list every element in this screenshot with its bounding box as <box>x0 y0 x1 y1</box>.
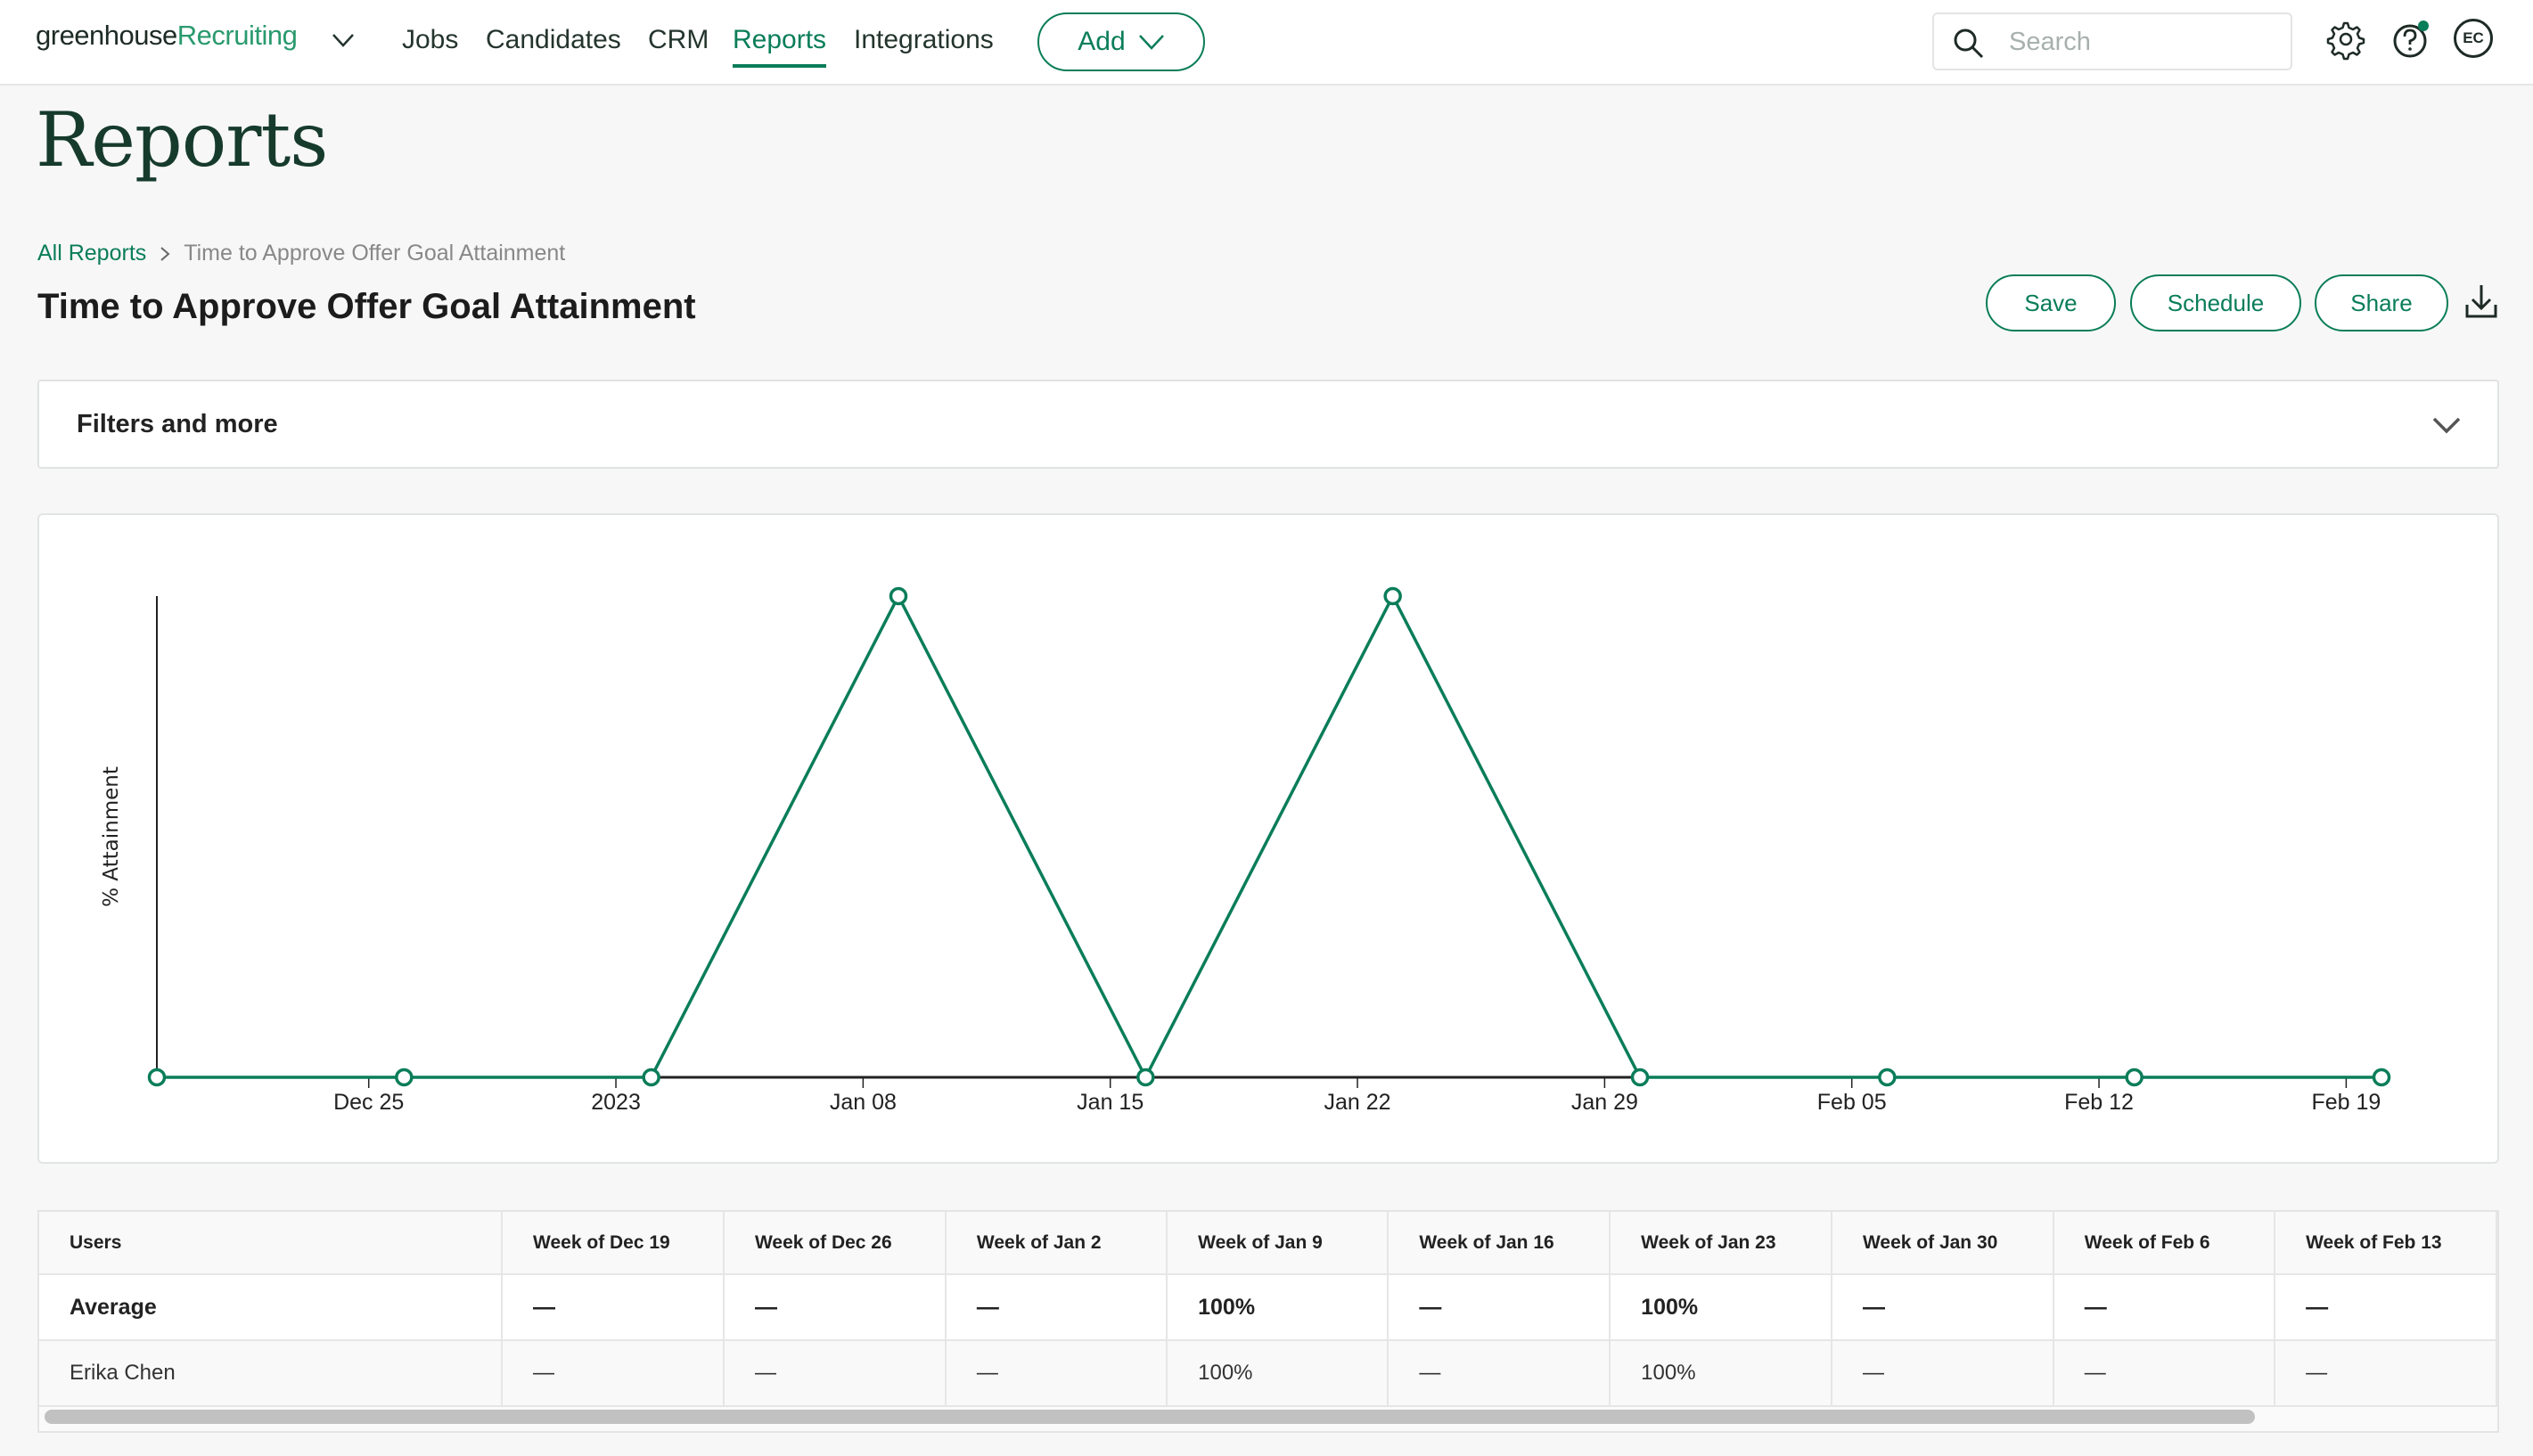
table-cell: — <box>1831 1340 2054 1407</box>
nav-item-candidates[interactable]: Candidates <box>486 25 621 55</box>
table-header-row: Users Week of Dec 19 Week of Dec 26 Week… <box>39 1212 2497 1275</box>
column-header[interactable]: Week of Dec 19 <box>502 1212 725 1275</box>
column-header[interactable]: Week of Jan 9 <box>1167 1212 1389 1275</box>
nav-item-integrations[interactable]: Integrations <box>854 25 994 55</box>
search-icon <box>1954 29 1984 59</box>
data-table-container: Users Week of Dec 19 Week of Dec 26 Week… <box>37 1210 2499 1433</box>
filters-panel-toggle[interactable]: Filters and more <box>37 380 2499 469</box>
greenhouse-logo[interactable]: greenhouseRecruiting <box>36 20 298 52</box>
x-tick-label: Jan 15 <box>1077 1090 1144 1115</box>
table-cell: — <box>945 1340 1168 1407</box>
table-row-average: Average — — — 100% — 100% — — — <box>39 1274 2497 1341</box>
table-cell: — <box>723 1274 947 1341</box>
table-cell: — <box>2275 1274 2497 1341</box>
user-avatar[interactable]: EC <box>2454 19 2493 58</box>
table-cell: — <box>723 1340 947 1407</box>
chevron-right-icon <box>160 246 170 261</box>
column-header[interactable]: Week of Jan 2 <box>945 1212 1168 1275</box>
logo-product: Recruiting <box>176 20 298 51</box>
x-tick-label: Feb 12 <box>2064 1090 2134 1115</box>
nav-item-jobs[interactable]: Jobs <box>402 25 458 55</box>
search-box <box>1932 12 2292 70</box>
add-button-label: Add <box>1078 27 1126 56</box>
table-cell: — <box>1388 1340 1611 1407</box>
column-header[interactable]: Users <box>39 1212 504 1275</box>
chevron-down-icon <box>1138 35 1164 50</box>
table-cell: — <box>502 1274 725 1341</box>
column-header[interactable]: Week of Feb 6 <box>2053 1212 2276 1275</box>
data-point[interactable] <box>147 1067 167 1087</box>
add-button[interactable]: Add <box>1037 12 1205 71</box>
line-chart: % Attainment Dec 25 2023 Jan 08 Jan 15 Jan 2… <box>100 586 2391 1115</box>
data-point[interactable] <box>1878 1067 1897 1087</box>
column-header[interactable]: Week of Jan 16 <box>1388 1212 1611 1275</box>
data-table: Users Week of Dec 19 Week of Dec 26 Week… <box>39 1212 2497 1407</box>
horizontal-scrollbar[interactable] <box>45 1410 2255 1424</box>
chart-card: % Attainment Dec 25 2023 Jan 08 Jan 15 Jan 2… <box>37 513 2499 1164</box>
x-tick-label: 2023 <box>591 1090 641 1115</box>
schedule-button[interactable]: Schedule <box>2130 274 2301 331</box>
table-cell: 100% <box>1610 1274 1832 1341</box>
x-tick-label: Jan 22 <box>1324 1090 1391 1115</box>
data-point[interactable] <box>1630 1067 1650 1087</box>
filters-label: Filters and more <box>77 410 278 438</box>
data-point[interactable] <box>1383 586 1402 606</box>
top-navigation: greenhouseRecruiting Jobs Candidates CRM… <box>0 0 2533 86</box>
y-axis-label: % Attainment <box>100 766 123 907</box>
share-button[interactable]: Share <box>2315 274 2448 331</box>
gear-icon[interactable] <box>2324 18 2367 61</box>
nav-item-reports[interactable]: Reports <box>733 25 827 68</box>
x-tick-label: Jan 08 <box>830 1090 897 1115</box>
breadcrumb: All Reports Time to Approve Offer Goal A… <box>37 241 565 266</box>
x-tick-label: Dec 25 <box>333 1090 404 1115</box>
column-header[interactable]: Week of Jan 23 <box>1610 1212 1832 1275</box>
column-header[interactable]: Week of Jan 30 <box>1831 1212 2054 1275</box>
x-tick-label: Jan 29 <box>1571 1090 1638 1115</box>
table-cell: Erika Chen <box>39 1340 504 1407</box>
data-point[interactable] <box>2125 1067 2144 1087</box>
table-cell: — <box>945 1274 1168 1341</box>
chevron-down-icon <box>2432 417 2461 434</box>
data-point[interactable] <box>889 586 908 606</box>
help-icon[interactable] <box>2389 18 2431 61</box>
x-tick-label: Feb 05 <box>1817 1090 1887 1115</box>
breadcrumb-all-reports[interactable]: All Reports <box>37 241 146 266</box>
series-line <box>157 593 2381 1081</box>
table-cell: — <box>1388 1274 1611 1341</box>
data-point[interactable] <box>395 1067 414 1087</box>
table-cell: 100% <box>1167 1274 1389 1341</box>
breadcrumb-current: Time to Approve Offer Goal Attainment <box>184 241 566 266</box>
nav-item-crm[interactable]: CRM <box>648 25 709 55</box>
column-header[interactable]: Week of Dec 26 <box>723 1212 947 1275</box>
table-cell: — <box>2053 1340 2276 1407</box>
table-cell: — <box>502 1340 725 1407</box>
table-cell: Average <box>39 1274 504 1341</box>
report-title: Time to Approve Offer Goal Attainment <box>37 287 696 326</box>
save-button[interactable]: Save <box>1986 274 2116 331</box>
table-row: Erika Chen — — — 100% — 100% — — — <box>39 1340 2497 1407</box>
data-point[interactable] <box>2372 1067 2391 1087</box>
download-icon[interactable] <box>2464 283 2498 319</box>
table-cell: 100% <box>1167 1340 1389 1407</box>
chevron-down-icon[interactable] <box>330 27 357 53</box>
data-point[interactable] <box>1136 1067 1155 1087</box>
data-point[interactable] <box>642 1067 660 1087</box>
table-cell: — <box>2275 1340 2497 1407</box>
table-cell: — <box>1831 1274 2054 1341</box>
notification-dot <box>2418 20 2429 31</box>
search-input[interactable] <box>2009 21 2276 62</box>
table-cell: 100% <box>1610 1340 1832 1407</box>
table-cell: — <box>2053 1274 2276 1341</box>
x-tick-label: Feb 19 <box>2311 1090 2381 1115</box>
logo-main: greenhouse <box>36 20 177 51</box>
page-heading: Reports <box>36 96 328 184</box>
column-header[interactable]: Week of Feb 13 <box>2275 1212 2497 1275</box>
